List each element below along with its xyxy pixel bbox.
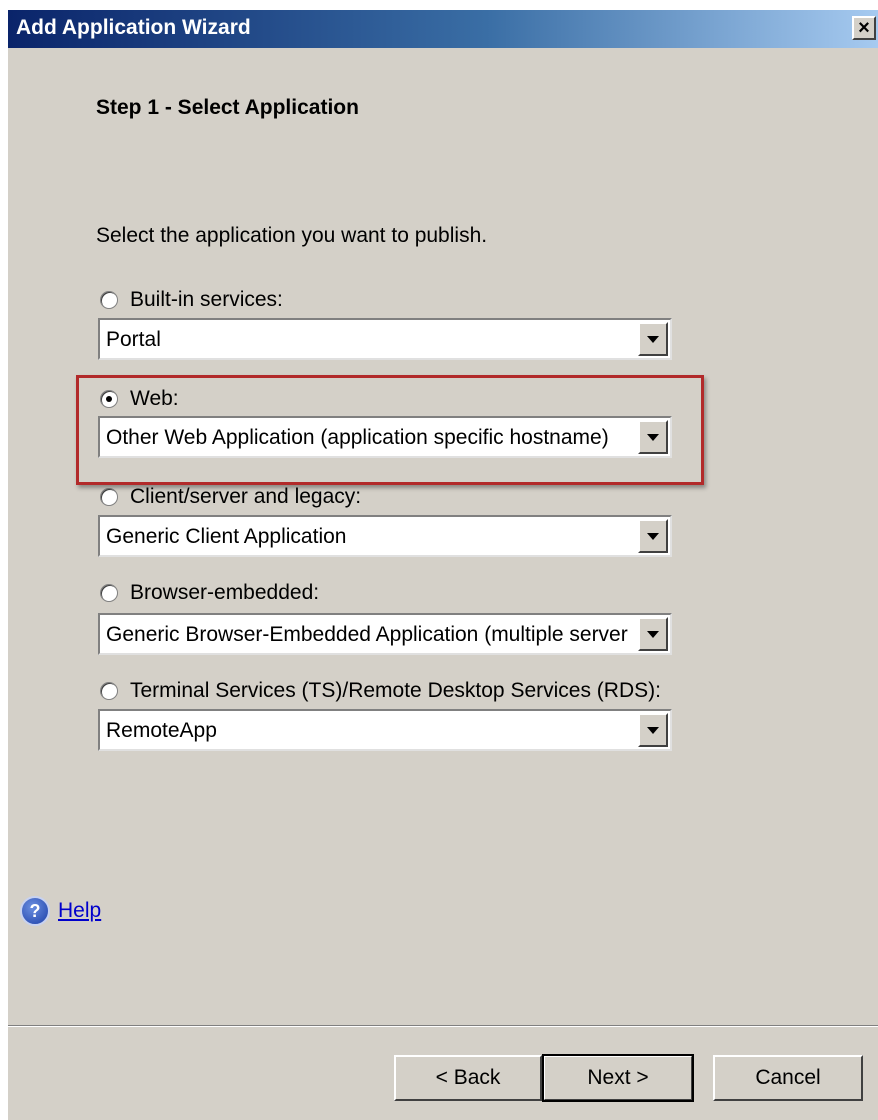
radio-terminal-services[interactable]: Terminal Services (TS)/Remote Desktop Se… — [100, 677, 661, 705]
help-link[interactable]: Help — [58, 899, 101, 923]
radio-built-in-services[interactable]: Built-in services: — [100, 286, 283, 314]
radio-button[interactable] — [100, 682, 118, 700]
help-question-icon[interactable]: ? — [20, 896, 50, 926]
cancel-button[interactable]: Cancel — [713, 1055, 863, 1101]
step-title: Step 1 - Select Application — [96, 96, 359, 119]
footer-separator — [8, 1025, 878, 1027]
next-button[interactable]: Next > — [542, 1054, 694, 1102]
chevron-down-icon — [647, 335, 659, 343]
title-bar: Add Application Wizard × — [8, 10, 878, 48]
client-server-combo[interactable]: Generic Client Application — [98, 515, 672, 557]
combo-value: RemoteApp — [106, 719, 217, 742]
dropdown-arrow-button[interactable] — [638, 322, 668, 356]
radio-label: Client/server and legacy: — [130, 485, 362, 508]
back-button[interactable]: < Back — [394, 1055, 542, 1101]
radio-label: Built-in services: — [130, 288, 283, 311]
help-link-group[interactable]: ? Help — [20, 896, 101, 926]
add-application-wizard-window: Add Application Wizard × Step 1 - Select… — [0, 0, 878, 1120]
chevron-down-icon — [647, 630, 659, 638]
dropdown-arrow-button[interactable] — [638, 713, 668, 747]
radio-button[interactable] — [100, 291, 118, 309]
combo-value: Generic Browser-Embedded Application (mu… — [106, 623, 628, 646]
radio-button[interactable] — [100, 488, 118, 506]
radio-label: Browser-embedded: — [130, 581, 320, 604]
top-border — [0, 0, 878, 10]
close-icon: × — [858, 17, 870, 39]
window-title: Add Application Wizard — [16, 16, 251, 39]
chevron-down-icon — [647, 532, 659, 540]
browser-embedded-combo[interactable]: Generic Browser-Embedded Application (mu… — [98, 613, 672, 655]
radio-client-server[interactable]: Client/server and legacy: — [100, 483, 361, 511]
combo-value: Portal — [106, 328, 161, 351]
instruction-text: Select the application you want to publi… — [96, 224, 488, 247]
radio-label: Terminal Services (TS)/Remote Desktop Se… — [130, 679, 661, 702]
combo-value: Generic Client Application — [106, 525, 347, 548]
terminal-services-combo[interactable]: RemoteApp — [98, 709, 672, 751]
radio-button[interactable] — [100, 584, 118, 602]
left-border — [0, 0, 8, 1120]
close-button[interactable]: × — [852, 16, 876, 40]
highlight-annotation-box — [76, 375, 704, 485]
dropdown-arrow-button[interactable] — [638, 519, 668, 553]
radio-browser-embedded[interactable]: Browser-embedded: — [100, 579, 319, 607]
chevron-down-icon — [647, 726, 659, 734]
built-in-services-combo[interactable]: Portal — [98, 318, 672, 360]
dropdown-arrow-button[interactable] — [638, 617, 668, 651]
